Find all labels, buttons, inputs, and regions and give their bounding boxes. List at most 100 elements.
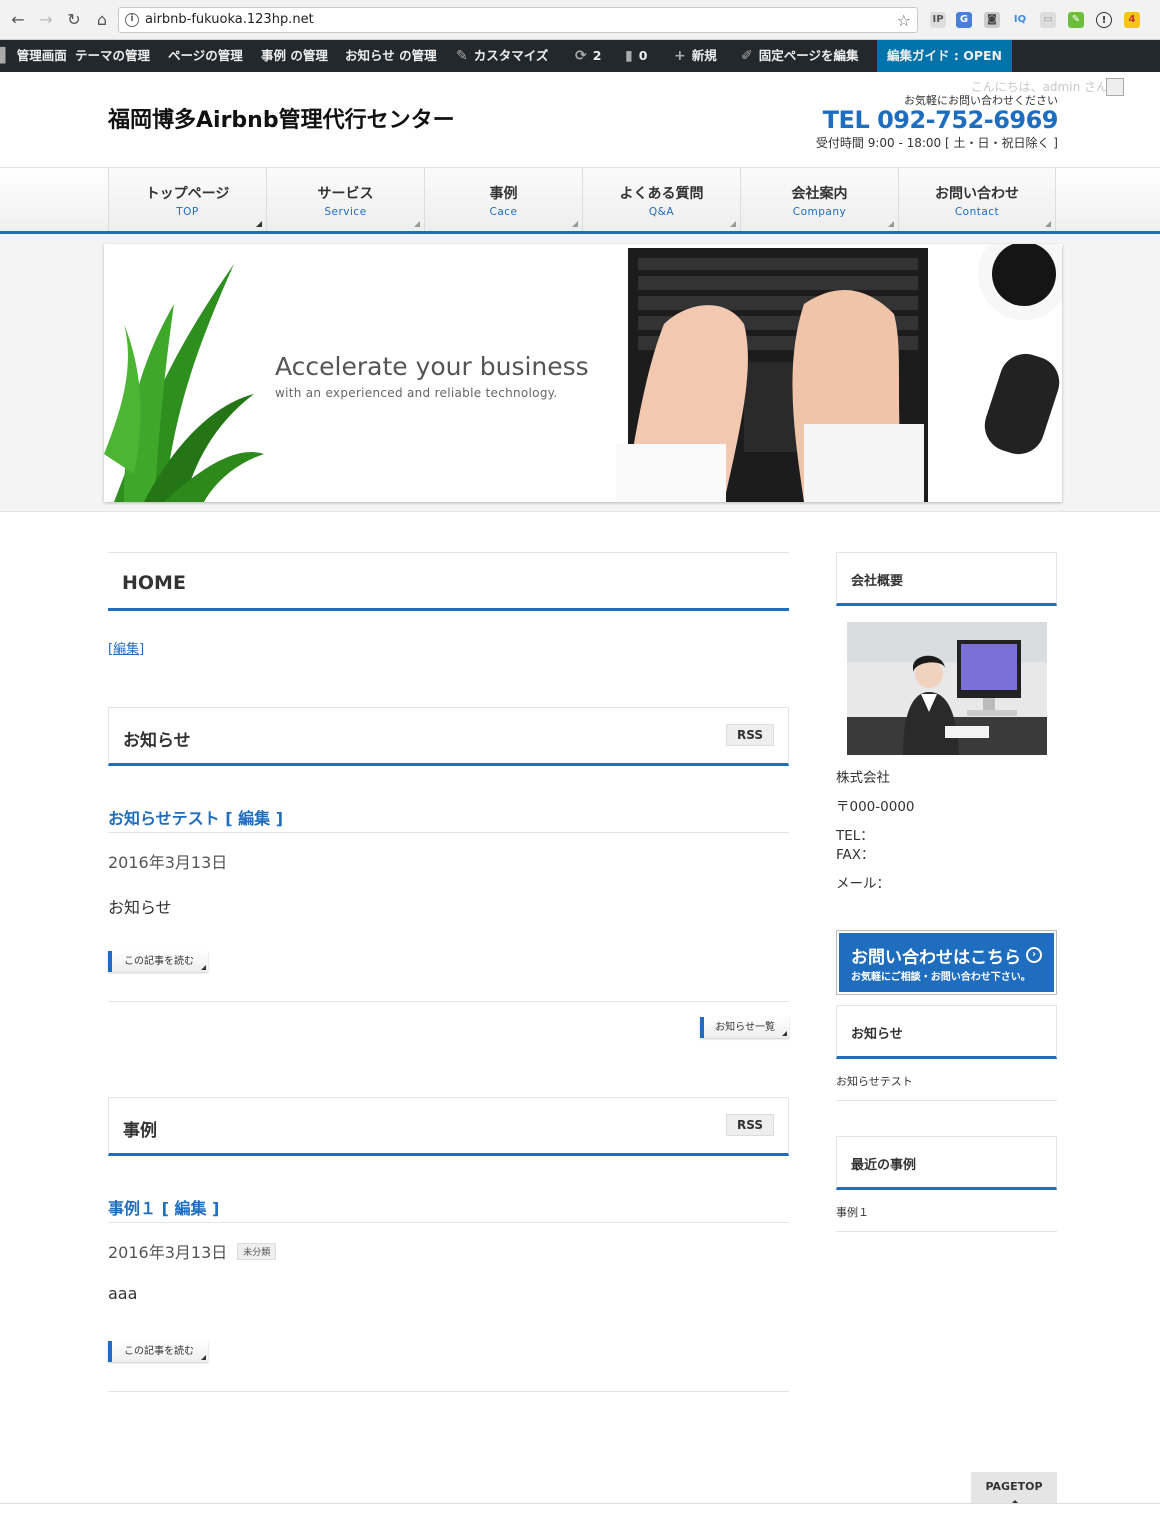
hero-title: Accelerate your business	[275, 352, 589, 381]
corner-triangle-icon	[201, 1355, 206, 1360]
comment-icon: ▮	[625, 48, 633, 64]
admin-comments-link[interactable]: ▮ 0	[625, 40, 647, 72]
company-widget-header: 会社概要	[836, 552, 1057, 606]
news-widget-header: お知らせ	[836, 1005, 1057, 1059]
corner-triangle-icon	[201, 965, 206, 970]
address-bar[interactable]: i airbnb-fukuoka.123hp.net ☆	[118, 7, 918, 33]
cases-widget-item[interactable]: 事例１	[836, 1204, 1057, 1232]
home-icon[interactable]: ⌂	[92, 10, 112, 30]
admin-cases-link[interactable]: 事例 の管理	[261, 40, 328, 72]
corner-triangle-icon	[414, 221, 420, 227]
corner-triangle-icon	[1045, 221, 1051, 227]
cases-rss-button[interactable]: RSS	[726, 1114, 774, 1136]
browser-toolbar: ← → ↻ ⌂ i airbnb-fukuoka.123hp.net ☆ IP …	[0, 0, 1160, 40]
news-widget-item[interactable]: お知らせテスト	[836, 1073, 1057, 1101]
bookmark-star-icon[interactable]: ☆	[897, 11, 911, 30]
company-zip: 〒000-0000	[836, 799, 915, 815]
cases-section-header: 事例 RSS	[108, 1097, 789, 1156]
translate-extension-icon[interactable]: G	[956, 12, 972, 28]
category-badge[interactable]: 未分類	[237, 1243, 277, 1260]
news-heading: お知らせ	[123, 731, 191, 751]
case-read-more-button[interactable]: この記事を読む	[108, 1341, 208, 1362]
news-post-title[interactable]: お知らせテスト [ 編集 ]	[108, 805, 789, 833]
ip-extension-icon[interactable]: IP	[930, 12, 946, 28]
info-icon[interactable]: i	[125, 13, 139, 27]
cta-main-text: お問い合わせはこちら	[851, 948, 1021, 968]
corner-triangle-icon	[256, 221, 262, 227]
business-hours: 受付時間 9:00 - 18:00 [ 土・日・祝日除く ]	[815, 136, 1058, 150]
nav-item-faq[interactable]: よくある質問 Q&A	[582, 168, 740, 231]
url-text: airbnb-fukuoka.123hp.net	[145, 12, 314, 27]
news-rss-button[interactable]: RSS	[726, 724, 774, 746]
info-extension-icon[interactable]: !	[1096, 12, 1112, 28]
divider	[108, 1001, 789, 1002]
case-post-body: aaa	[108, 1284, 138, 1303]
site-header: 福岡博多Airbnb管理代行センター こんにちは、admin さん！ お気軽にお…	[0, 72, 1160, 168]
nav-item-cases[interactable]: 事例 Cace	[424, 168, 582, 231]
corner-triangle-icon	[730, 221, 736, 227]
company-name: 株式会社	[836, 770, 890, 786]
evernote-extension-icon[interactable]: ✎	[1068, 12, 1084, 28]
contact-cta-banner[interactable]: お問い合わせはこちら › お気軽にご相談・お問い合わせ下さい。	[836, 930, 1057, 995]
company-photo	[847, 622, 1047, 755]
camera-extension-icon[interactable]: ◙	[984, 12, 1000, 28]
page-title-box: HOME	[108, 552, 789, 611]
reload-icon[interactable]: ↻	[64, 10, 84, 30]
page-title: HOME	[122, 572, 186, 594]
admin-news-link[interactable]: お知らせ の管理	[345, 40, 437, 72]
case-post-title[interactable]: 事例１ [ 編集 ]	[108, 1195, 789, 1223]
company-mail: メール：	[836, 876, 890, 892]
video-extension-icon[interactable]: ▭	[1040, 12, 1056, 28]
company-widget-heading: 会社概要	[851, 574, 904, 589]
nav-item-company[interactable]: 会社案内 Company	[740, 168, 898, 231]
plus-icon: +	[674, 48, 686, 64]
admin-edit-page-link[interactable]: ✐ 固定ページを編集	[741, 40, 859, 72]
update-icon: ⟳	[575, 48, 587, 64]
news-read-more-button[interactable]: この記事を読む	[108, 951, 208, 972]
back-icon[interactable]: ←	[8, 10, 28, 30]
wp-admin-bar: ▌ 管理画面 テーマの管理 ページの管理 事例 の管理 お知らせ の管理 ✎ カスタ…	[0, 40, 1160, 72]
global-nav: トップページ TOP サービス Service 事例 Cace よくある質問 Q…	[0, 168, 1160, 234]
notification-extension-icon[interactable]: 4	[1124, 12, 1140, 28]
admin-new-link[interactable]: + 新規	[674, 40, 717, 72]
iq-extension-icon[interactable]: IQ	[1012, 12, 1028, 28]
pencil-icon: ✐	[741, 48, 753, 64]
corner-triangle-icon	[782, 1031, 787, 1036]
cases-widget-heading: 最近の事例	[851, 1158, 917, 1173]
site-title[interactable]: 福岡博多Airbnb管理代行センター	[108, 102, 455, 134]
news-post-date: 2016年3月13日	[108, 853, 228, 872]
admin-updates-link[interactable]: ⟳ 2	[575, 40, 601, 72]
divider	[108, 1391, 789, 1392]
avatar[interactable]	[1106, 78, 1124, 96]
corner-triangle-icon	[888, 221, 894, 227]
case-post-date: 2016年3月13日 未分類	[108, 1239, 277, 1263]
corner-triangle-icon	[572, 221, 578, 227]
pagetop-button[interactable]: PAGETOP	[971, 1472, 1057, 1504]
hero-banner: Accelerate your business with an experie…	[104, 244, 1062, 502]
brush-icon: ✎	[456, 48, 468, 64]
admin-theme-link[interactable]: テーマの管理	[75, 40, 150, 72]
phone-number: TEL 092-752-6969	[822, 106, 1059, 134]
hero-subtitle: with an experienced and reliable technol…	[275, 386, 558, 400]
nav-item-contact[interactable]: お問い合わせ Contact	[898, 168, 1056, 231]
cta-sub-text: お気軽にご相談・お問い合わせ下さい。	[851, 972, 1031, 983]
chevron-right-icon: ›	[1026, 947, 1042, 963]
admin-pages-link[interactable]: ページの管理	[168, 40, 243, 72]
edit-page-link[interactable]: [編集]	[108, 638, 144, 657]
forward-icon[interactable]: →	[36, 10, 56, 30]
admin-dashboard-link[interactable]: ▌ 管理画面	[0, 40, 67, 72]
admin-customize-link[interactable]: ✎ カスタマイズ	[456, 40, 548, 72]
news-section-header: お知らせ RSS	[108, 707, 789, 766]
company-fax: FAX：	[836, 847, 875, 863]
cases-heading: 事例	[123, 1121, 157, 1141]
nav-item-top[interactable]: トップページ TOP	[108, 168, 266, 231]
admin-edit-guide-toggle[interactable]: 編集ガイド : OPEN	[877, 40, 1012, 72]
site-footer	[0, 1504, 1160, 1538]
news-list-button[interactable]: お知らせ一覧	[700, 1017, 789, 1038]
nav-item-service[interactable]: サービス Service	[266, 168, 424, 231]
news-widget-heading: お知らせ	[851, 1027, 903, 1042]
cases-widget-header: 最近の事例	[836, 1136, 1057, 1190]
news-post-body: お知らせ	[108, 898, 172, 917]
dashboard-icon: ▌	[0, 48, 11, 64]
company-tel: TEL：	[836, 828, 874, 844]
